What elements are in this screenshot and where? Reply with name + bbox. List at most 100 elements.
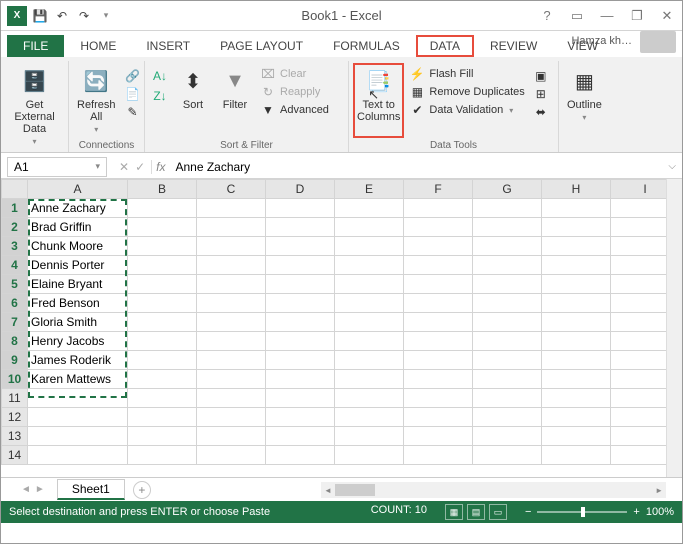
flash-fill-button[interactable]: ⚡Flash Fill — [406, 65, 527, 83]
zoom-in-icon[interactable]: + — [633, 506, 639, 518]
row-header-14[interactable]: 14 — [2, 446, 28, 465]
cell-D11[interactable] — [266, 389, 335, 408]
cell-E5[interactable] — [335, 275, 404, 294]
row-header-4[interactable]: 4 — [2, 256, 28, 275]
new-sheet-button[interactable]: + — [133, 481, 151, 499]
cell-H3[interactable] — [542, 237, 611, 256]
cell-F11[interactable] — [404, 389, 473, 408]
row-header-6[interactable]: 6 — [2, 294, 28, 313]
cell-C9[interactable] — [197, 351, 266, 370]
cell-A12[interactable] — [28, 408, 128, 427]
remove-duplicates-button[interactable]: ▦Remove Duplicates — [406, 83, 527, 101]
select-all-cell[interactable] — [2, 180, 28, 199]
cell-A8[interactable]: Henry Jacobs — [28, 332, 128, 351]
cell-A2[interactable]: Brad Griffin — [28, 218, 128, 237]
cell-D4[interactable] — [266, 256, 335, 275]
cell-B13[interactable] — [128, 427, 197, 446]
row-header-12[interactable]: 12 — [2, 408, 28, 427]
row-header-5[interactable]: 5 — [2, 275, 28, 294]
col-header-H[interactable]: H — [542, 180, 611, 199]
cell-G2[interactable] — [473, 218, 542, 237]
cell-G13[interactable] — [473, 427, 542, 446]
cell-G6[interactable] — [473, 294, 542, 313]
horizontal-scrollbar[interactable] — [321, 482, 666, 498]
cell-B5[interactable] — [128, 275, 197, 294]
row-header-7[interactable]: 7 — [2, 313, 28, 332]
close-icon[interactable]: ✕ — [656, 8, 678, 24]
cell-A1[interactable]: Anne Zachary — [28, 199, 128, 218]
col-header-F[interactable]: F — [404, 180, 473, 199]
cell-F7[interactable] — [404, 313, 473, 332]
cell-B4[interactable] — [128, 256, 197, 275]
cell-B12[interactable] — [128, 408, 197, 427]
cell-H13[interactable] — [542, 427, 611, 446]
cell-H14[interactable] — [542, 446, 611, 465]
tab-insert[interactable]: INSERT — [132, 35, 204, 57]
whatif-icon[interactable]: ⊞ — [530, 85, 552, 103]
col-header-E[interactable]: E — [335, 180, 404, 199]
cell-F13[interactable] — [404, 427, 473, 446]
cell-C4[interactable] — [197, 256, 266, 275]
cell-C14[interactable] — [197, 446, 266, 465]
cell-D6[interactable] — [266, 294, 335, 313]
cell-F10[interactable] — [404, 370, 473, 389]
cell-H4[interactable] — [542, 256, 611, 275]
page-break-button[interactable]: ▭ — [489, 504, 507, 520]
cell-F14[interactable] — [404, 446, 473, 465]
cell-B2[interactable] — [128, 218, 197, 237]
cell-C2[interactable] — [197, 218, 266, 237]
tab-home[interactable]: HOME — [66, 35, 130, 57]
col-header-A[interactable]: A — [28, 180, 128, 199]
cell-E4[interactable] — [335, 256, 404, 275]
cell-A4[interactable]: Dennis Porter — [28, 256, 128, 275]
cell-C13[interactable] — [197, 427, 266, 446]
cell-H6[interactable] — [542, 294, 611, 313]
editlinks-icon[interactable]: ✎ — [122, 103, 144, 121]
cell-D7[interactable] — [266, 313, 335, 332]
sheet-tab[interactable]: Sheet1 — [57, 479, 125, 500]
filter-button[interactable]: ▼Filter — [215, 63, 255, 138]
cell-C6[interactable] — [197, 294, 266, 313]
cell-E8[interactable] — [335, 332, 404, 351]
cell-G3[interactable] — [473, 237, 542, 256]
cell-C8[interactable] — [197, 332, 266, 351]
cell-G14[interactable] — [473, 446, 542, 465]
cell-A6[interactable]: Fred Benson — [28, 294, 128, 313]
cell-D10[interactable] — [266, 370, 335, 389]
col-header-D[interactable]: D — [266, 180, 335, 199]
cell-E2[interactable] — [335, 218, 404, 237]
cell-A9[interactable]: James Roderik — [28, 351, 128, 370]
connections-icon[interactable]: 🔗 — [122, 67, 144, 85]
cell-D9[interactable] — [266, 351, 335, 370]
cell-E11[interactable] — [335, 389, 404, 408]
relations-icon[interactable]: ⬌ — [530, 103, 552, 121]
cell-G9[interactable] — [473, 351, 542, 370]
cell-A3[interactable]: Chunk Moore — [28, 237, 128, 256]
cell-D1[interactable] — [266, 199, 335, 218]
sheet-nav[interactable]: ◄► — [21, 484, 57, 495]
cell-E12[interactable] — [335, 408, 404, 427]
col-header-C[interactable]: C — [197, 180, 266, 199]
row-header-9[interactable]: 9 — [2, 351, 28, 370]
row-header-1[interactable]: 1 — [2, 199, 28, 218]
cell-H9[interactable] — [542, 351, 611, 370]
row-header-11[interactable]: 11 — [2, 389, 28, 408]
cell-E1[interactable] — [335, 199, 404, 218]
cell-A14[interactable] — [28, 446, 128, 465]
outline-button[interactable]: ▦Outline▾ — [563, 63, 606, 138]
cancel-formula-icon[interactable]: ✕ — [119, 160, 129, 174]
minimize-icon[interactable]: — — [596, 8, 618, 24]
normal-view-button[interactable]: ▦ — [445, 504, 463, 520]
cell-D14[interactable] — [266, 446, 335, 465]
cell-C12[interactable] — [197, 408, 266, 427]
cell-B6[interactable] — [128, 294, 197, 313]
avatar[interactable] — [640, 31, 676, 53]
cell-E14[interactable] — [335, 446, 404, 465]
cell-F12[interactable] — [404, 408, 473, 427]
cell-A7[interactable]: Gloria Smith — [28, 313, 128, 332]
reapply-button[interactable]: ↻Reapply — [257, 83, 332, 101]
cell-F4[interactable] — [404, 256, 473, 275]
cell-E7[interactable] — [335, 313, 404, 332]
cell-G11[interactable] — [473, 389, 542, 408]
excel-icon[interactable]: X — [7, 6, 27, 26]
